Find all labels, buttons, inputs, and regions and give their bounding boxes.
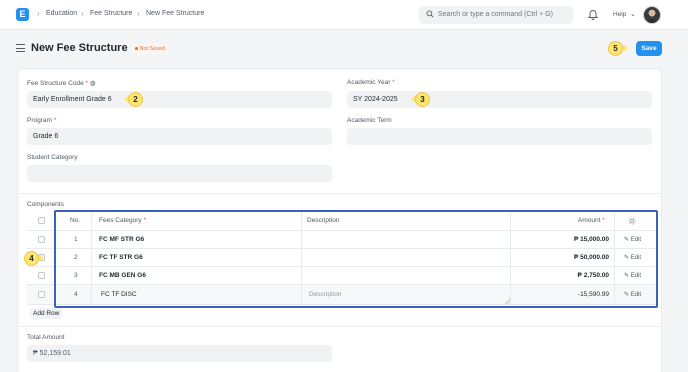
program-label: Program * <box>27 117 57 124</box>
status-badge: Not Saved <box>131 44 170 54</box>
student-category-label: Student Category <box>27 154 78 161</box>
callout-pointer <box>623 44 628 52</box>
breadcrumb-fee-structure[interactable]: Fee Structure <box>90 10 132 17</box>
page-title: New Fee Structure <box>31 42 128 54</box>
navbar: E › Education › Fee Structure › New Fee … <box>0 0 688 30</box>
row-checkbox[interactable] <box>38 291 45 298</box>
callout-marker: 3 <box>411 92 434 107</box>
bell-icon[interactable] <box>588 9 598 20</box>
help-menu[interactable]: Help <box>613 11 626 18</box>
row-checkbox[interactable] <box>38 272 45 279</box>
sidebar-toggle-icon[interactable] <box>16 44 25 52</box>
save-button[interactable]: Save <box>636 41 662 56</box>
components-label: Components <box>27 201 64 208</box>
academic-year-label: Academic Year * <box>347 79 395 86</box>
breadcrumb-current: New Fee Structure <box>146 10 205 17</box>
callout-marker: 5 <box>608 41 628 56</box>
breadcrumb-education[interactable]: Education <box>46 10 77 17</box>
student-category-field[interactable] <box>27 165 332 182</box>
total-amount-label: Total Amount <box>27 334 65 341</box>
chevron-right-icon: › <box>81 9 84 18</box>
select-all-checkbox[interactable] <box>38 217 45 224</box>
section-divider <box>17 193 662 194</box>
academic-term-label: Academic Term <box>347 117 392 124</box>
section-divider <box>17 326 662 327</box>
table-highlight-annotation <box>54 210 658 308</box>
status-dot <box>135 47 138 50</box>
avatar[interactable] <box>643 6 661 24</box>
chevron-down-icon: ⌄ <box>630 11 636 18</box>
add-row-button[interactable]: Add Row <box>30 308 63 319</box>
academic-year-field[interactable]: SY 2024-2025 <box>347 91 652 108</box>
callout-pointer <box>39 254 44 262</box>
callout-marker: 2 <box>124 92 147 107</box>
search-icon <box>426 10 434 18</box>
chevron-right-icon: › <box>137 9 140 18</box>
chevron-right-icon: › <box>37 9 40 18</box>
program-field[interactable]: Grade 6 <box>27 128 332 145</box>
total-amount-field: ₱ 52,159.01 <box>27 345 332 362</box>
fee-structure-code-field[interactable]: Early Enrollment Grade 6 <box>27 91 332 108</box>
academic-term-field[interactable] <box>347 128 652 145</box>
search-placeholder: Search or type a command (Ctrl + G) <box>438 11 553 18</box>
globe-icon: ◍ <box>89 80 96 87</box>
search-bar[interactable]: Search or type a command (Ctrl + G) <box>419 6 573 24</box>
row-checkbox[interactable] <box>38 236 45 243</box>
callout-marker: 4 <box>24 251 44 266</box>
app-logo[interactable]: E <box>16 8 29 21</box>
fee-structure-code-label: Fee Structure Code * ◍ <box>27 80 96 87</box>
